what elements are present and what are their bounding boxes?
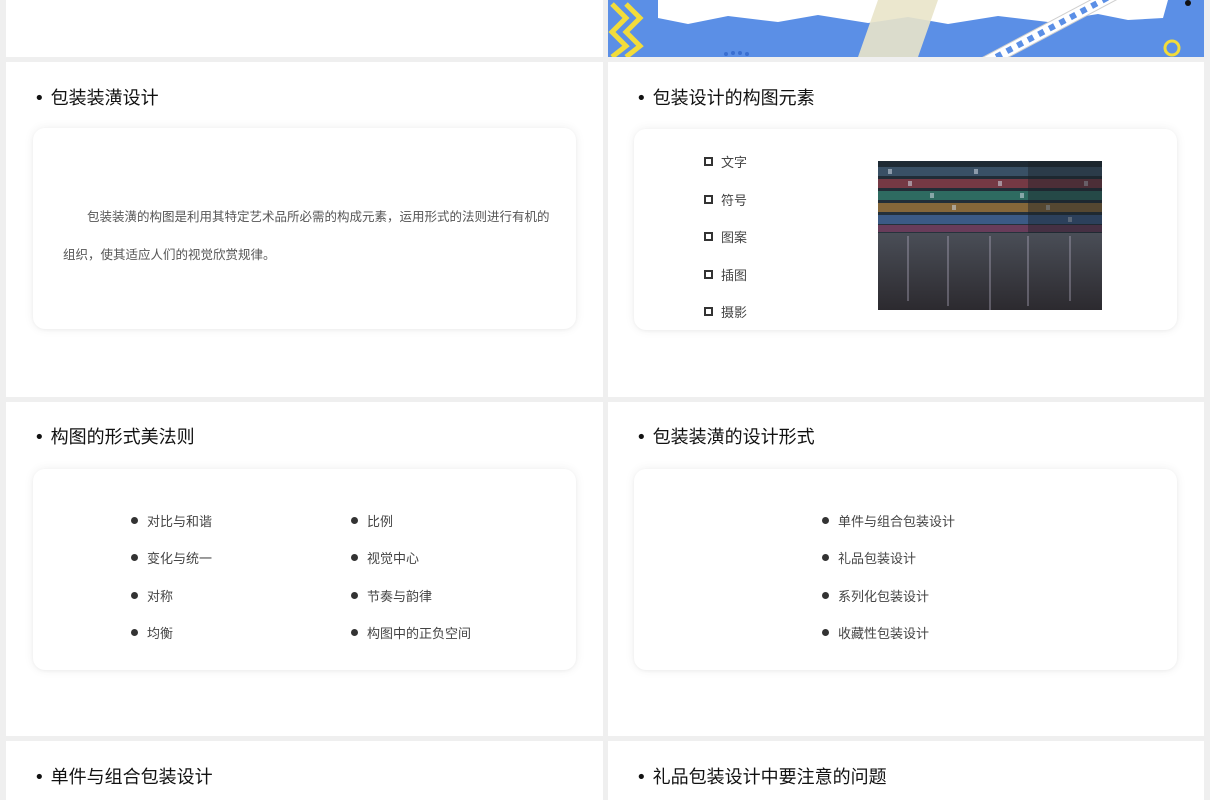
slide-title: 礼品包装设计中要注意的问题 (636, 763, 887, 789)
square-bullet-icon (704, 232, 713, 242)
dot-bullet-icon (351, 517, 358, 525)
slide-title: 包装装潢设计 (34, 84, 159, 110)
element-list: 文字 符号 图案 插图 摄影 (704, 143, 747, 331)
slide-thumbnail-single-combo-packaging[interactable]: 单件与组合包装设计 (6, 741, 603, 800)
square-bullet-icon (704, 194, 713, 204)
list-item: 构图中的正负空间 (351, 614, 471, 651)
list-item: 礼品包装设计 (822, 539, 955, 576)
list-item: 图案 (704, 218, 747, 256)
slide-title: 包装装潢的设计形式 (636, 423, 815, 449)
dot-bullet-icon (351, 591, 358, 599)
slide-thumbnail-composition-elements[interactable]: 包装设计的构图元素 文字 符号 图案 插图 摄影 (608, 62, 1204, 397)
list-item: 变化与统一 (131, 539, 212, 576)
list-item: 视觉中心 (351, 539, 471, 576)
list-item: 插图 (704, 256, 747, 294)
list-item: 摄影 (704, 293, 747, 331)
list-item: 比例 (351, 502, 471, 539)
dot-bullet-icon (822, 554, 829, 562)
list-item: 文字 (704, 143, 747, 181)
slide-thumbnail-top-right[interactable] (608, 0, 1204, 57)
dot-bullet-icon (131, 517, 138, 525)
content-card: 对比与和谐 变化与统一 对称 均衡 比例 视觉中心 节奏与韵律 构图中的正负空间 (33, 469, 576, 670)
dot-bullet-icon (822, 517, 829, 525)
content-card: 包装装潢的构图是利用其特定艺术品所必需的构成元素，运用形式的法则进行有机的组织，… (33, 128, 576, 329)
dot-bullet-icon (351, 629, 358, 637)
dot-bullet-icon (351, 554, 358, 562)
list-item: 单件与组合包装设计 (822, 502, 955, 539)
slide-thumbnail-packaging-decoration[interactable]: 包装装潢设计 包装装潢的构图是利用其特定艺术品所必需的构成元素，运用形式的法则进… (6, 62, 603, 397)
slide-title: 包装设计的构图元素 (636, 84, 815, 110)
rule-list-left: 对比与和谐 变化与统一 对称 均衡 (131, 502, 212, 651)
dot-bullet-icon (131, 554, 138, 562)
slide-thumbnail-formal-beauty-rules[interactable]: 构图的形式美法则 对比与和谐 变化与统一 对称 均衡 比例 视觉中心 节奏与韵律… (6, 402, 603, 736)
square-bullet-icon (704, 269, 713, 279)
dot-bullet-icon (131, 591, 138, 599)
slide-title: 单件与组合包装设计 (34, 763, 213, 789)
content-card: 单件与组合包装设计 礼品包装设计 系列化包装设计 收藏性包装设计 (634, 469, 1177, 670)
paragraph-text: 包装装潢的构图是利用其特定艺术品所必需的构成元素，运用形式的法则进行有机的组织，… (63, 209, 550, 262)
list-item: 系列化包装设计 (822, 577, 955, 614)
slide-title: 构图的形式美法则 (34, 423, 195, 449)
supermarket-shelves-photo (878, 161, 1102, 310)
design-form-list: 单件与组合包装设计 礼品包装设计 系列化包装设计 收藏性包装设计 (822, 502, 955, 651)
cover-banner-graphic (608, 0, 1204, 57)
dot-bullet-icon (822, 629, 829, 637)
list-item: 收藏性包装设计 (822, 614, 955, 651)
list-item: 节奏与韵律 (351, 577, 471, 614)
list-item: 符号 (704, 181, 747, 219)
slide-thumbnail-top-left[interactable] (6, 0, 603, 57)
dot-bullet-icon (822, 591, 829, 599)
rule-list-right: 比例 视觉中心 节奏与韵律 构图中的正负空间 (351, 502, 471, 651)
list-item: 对称 (131, 577, 212, 614)
content-card: 文字 符号 图案 插图 摄影 (634, 129, 1177, 330)
dot-bullet-icon (131, 629, 138, 637)
slide-thumbnail-design-forms[interactable]: 包装装潢的设计形式 单件与组合包装设计 礼品包装设计 系列化包装设计 收藏性包装… (608, 402, 1204, 736)
list-item: 对比与和谐 (131, 502, 212, 539)
list-item: 均衡 (131, 614, 212, 651)
slide-thumbnail-gift-packaging-issues[interactable]: 礼品包装设计中要注意的问题 (608, 741, 1204, 800)
square-bullet-icon (704, 307, 713, 317)
square-bullet-icon (704, 157, 713, 167)
